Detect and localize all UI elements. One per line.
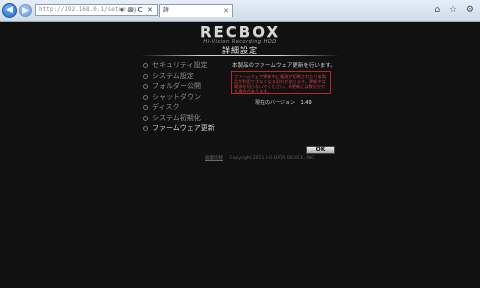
- bullet-icon: [143, 63, 148, 68]
- bullet-icon: [143, 115, 148, 121]
- bullet-icon: [143, 84, 148, 89]
- menu-item-label: ディスク: [152, 103, 180, 111]
- firmware-description: 本製品のファームウェア更新を行います。: [232, 63, 336, 69]
- close-icon[interactable]: ✕: [223, 5, 229, 17]
- menu-item-label: シャットダウン: [152, 92, 201, 101]
- tab-label: 詳: [163, 7, 170, 14]
- title-divider: [140, 55, 340, 56]
- bullet-icon: [143, 126, 148, 131]
- address-bar-buttons[interactable]: ▾ ⊠ C ✕: [120, 4, 154, 16]
- menu-item-shutdown[interactable]: シャットダウン: [143, 92, 215, 103]
- menu-item-disk[interactable]: ディスク: [143, 102, 215, 113]
- version-label: 現在のバージョン: [255, 100, 295, 106]
- copyright: Copyright 2011 I-O DATA DEVICE, INC.: [229, 156, 316, 161]
- settings-menu: セキュリティ設定 システム設定 フォルダー公開 シャットダウン ディスク システ…: [143, 60, 215, 134]
- bullet-icon: [143, 73, 148, 79]
- forward-icon[interactable]: ▶: [19, 4, 32, 17]
- browser-toolbar: ◀ ▶ http://192.168.0.1/setup.cgi ▾ ⊠ C ✕…: [0, 0, 480, 22]
- menu-item-security[interactable]: セキュリティ設定: [143, 60, 215, 71]
- menu-item-label: セキュリティ設定: [152, 61, 208, 69]
- menu-item-label: システム初期化: [152, 113, 201, 122]
- menu-item-system[interactable]: システム設定: [143, 71, 215, 82]
- ok-button[interactable]: OK: [306, 146, 335, 154]
- menu-item-label: ファームウェア更新: [152, 124, 215, 132]
- back-icon[interactable]: ◀: [2, 3, 17, 18]
- version-value: 1.49: [300, 100, 312, 106]
- menu-item-system-init[interactable]: システム初期化: [143, 113, 215, 124]
- browser-tools[interactable]: ⌂ ☆ ⚙: [434, 4, 477, 16]
- menu-item-firmware-update[interactable]: ファームウェア更新: [143, 123, 215, 134]
- bullet-icon: [143, 94, 148, 100]
- bullet-icon: [143, 105, 148, 110]
- menu-item-folder-share[interactable]: フォルダー公開: [143, 81, 215, 92]
- footer: 画面切替 Copyright 2011 I-O DATA DEVICE, INC…: [205, 155, 316, 161]
- current-version: 現在のバージョン 1.49: [255, 99, 312, 106]
- menu-item-label: フォルダー公開: [152, 82, 201, 90]
- warning-box: ファームウェア更新中に電源が切断されたり本製品が利用できなくなる恐れがあります。…: [231, 71, 331, 94]
- footer-link[interactable]: 画面切替: [205, 156, 223, 161]
- menu-item-label: システム設定: [152, 71, 194, 80]
- browser-tab[interactable]: 詳 ✕: [159, 4, 233, 17]
